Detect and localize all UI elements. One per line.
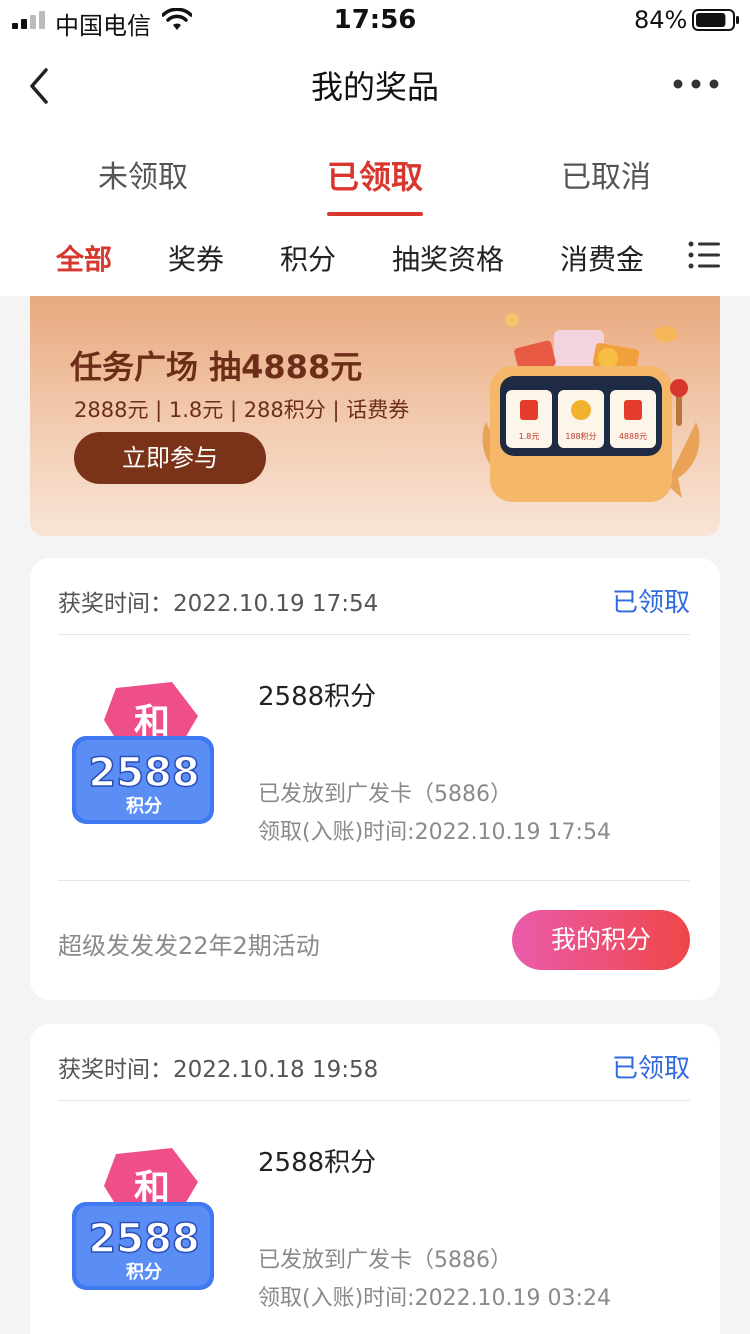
promo-banner[interactable]: 任务广场 抽4888元 2888元 | 1.8元 | 288积分 | 话费券 立… — [30, 296, 720, 536]
prize-card: 获奖时间：2022.10.18 19:58 已领取 和 2588 积分 2588… — [30, 1024, 720, 1334]
prize-title: 2588积分 — [258, 1148, 377, 1178]
points-prize-icon: 和 2588 积分 — [72, 682, 214, 824]
receive-time-text: 领取(入账)时间:2022.10.19 17:54 — [258, 820, 611, 845]
machine-label: 188积分 — [565, 431, 596, 441]
page-title: 我的奖品 — [310, 68, 439, 106]
banner-title: 任务广场 抽4888元 — [70, 348, 363, 386]
divider — [58, 880, 690, 881]
category-filters: 全部 奖券 积分 抽奖资格 消费金 — [0, 218, 750, 296]
svg-text:积分: 积分 — [126, 796, 162, 817]
tab-claimed[interactable]: 已领取 — [275, 152, 475, 198]
prize-card: 获奖时间：2022.10.19 17:54 已领取 和 2588 积分 2588… — [30, 558, 720, 1000]
filter-coupons[interactable]: 奖券 — [168, 238, 224, 278]
filter-spending-credit[interactable]: 消费金 — [560, 238, 644, 278]
svg-text:积分: 积分 — [126, 1262, 162, 1283]
status-label: 已领取 — [611, 1054, 690, 1084]
divider — [58, 1100, 690, 1101]
filter-points[interactable]: 积分 — [280, 238, 336, 278]
status-tabs: 未领取 已领取 已取消 — [0, 130, 750, 218]
filter-lottery-eligibility[interactable]: 抽奖资格 — [392, 238, 504, 278]
machine-label: 4888元 — [619, 432, 647, 441]
filter-all[interactable]: 全部 — [56, 238, 112, 278]
battery-percent: 84% — [634, 6, 688, 34]
status-bar: 中国电信 17:56 84% — [0, 0, 750, 40]
slot-machine-illustration: 1.8元 188积分 4888元 — [482, 313, 700, 502]
list-menu-icon[interactable] — [688, 241, 720, 269]
award-time: 获奖时间：2022.10.19 17:54 — [58, 591, 379, 617]
divider — [58, 634, 690, 635]
points-prize-icon: 和 2588 积分 — [72, 1148, 214, 1290]
receive-time-text: 领取(入账)时间:2022.10.19 03:24 — [258, 1286, 611, 1311]
my-points-button[interactable]: 我的积分 — [512, 910, 690, 970]
issued-to-text: 已发放到广发卡（5886） — [258, 1248, 512, 1273]
svg-text:2588: 2588 — [88, 750, 199, 796]
nav-bar: 我的奖品 — [0, 40, 750, 130]
svg-text:2588: 2588 — [88, 1216, 199, 1262]
more-horizontal-icon[interactable] — [672, 78, 720, 90]
activity-name: 超级发发发22年2期活动 — [58, 932, 320, 960]
tab-cancelled[interactable]: 已取消 — [506, 152, 706, 196]
banner-subtitle: 2888元 | 1.8元 | 288积分 | 话费券 — [74, 398, 410, 422]
battery-icon — [692, 9, 739, 31]
prize-title: 2588积分 — [258, 682, 377, 712]
machine-label: 1.8元 — [519, 432, 540, 441]
tab-unclaimed[interactable]: 未领取 — [43, 152, 243, 196]
award-time: 获奖时间：2022.10.18 19:58 — [58, 1057, 379, 1083]
issued-to-text: 已发放到广发卡（5886） — [258, 782, 512, 807]
status-label: 已领取 — [611, 588, 690, 618]
join-now-button[interactable]: 立即参与 — [74, 432, 266, 484]
tab-indicator — [327, 212, 423, 216]
